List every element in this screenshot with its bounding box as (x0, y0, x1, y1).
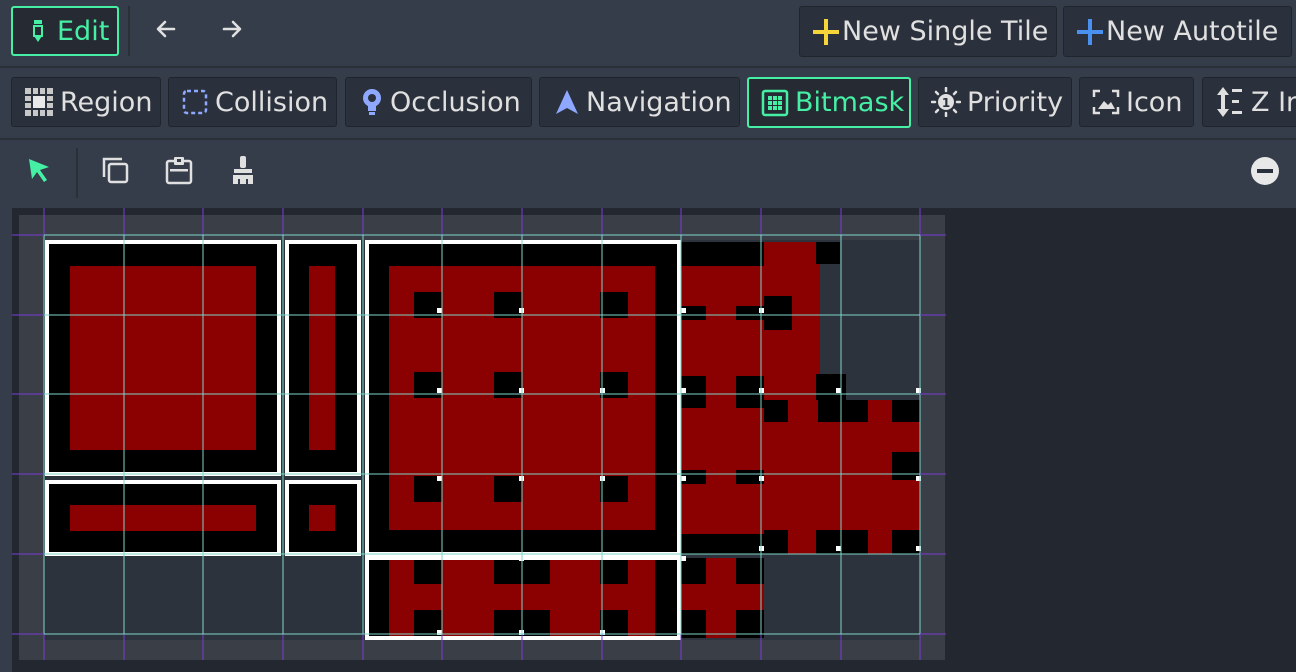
bitmask-marker (437, 388, 442, 393)
bitmask-marker (437, 476, 442, 481)
back-button[interactable] (148, 14, 184, 48)
bitmask-marker (681, 388, 686, 393)
tab-region-label: Region (60, 86, 153, 118)
blob-corner (816, 242, 840, 264)
blob-fill (788, 400, 818, 554)
mode-toolbar: Region Collision Occlusion Navigation Bi… (0, 68, 1296, 140)
paste-button[interactable] (161, 154, 197, 190)
tab-icon[interactable]: Icon (1079, 77, 1194, 127)
blob-notch (838, 400, 868, 422)
autotile-hole (494, 476, 522, 502)
tab-bitmask-label: Bitmask (795, 87, 905, 118)
autotile-hole (600, 292, 628, 318)
tab-priority-label: Priority (967, 86, 1064, 118)
tab-bitmask[interactable]: Bitmask (747, 77, 911, 128)
autotile-hole (414, 558, 442, 584)
paste-icon (164, 155, 194, 189)
new-autotile-label: New Autotile (1106, 16, 1279, 47)
forward-button[interactable] (214, 14, 250, 48)
copy-icon (100, 155, 130, 189)
bitmask-marker (437, 308, 442, 313)
tile-big-fill (70, 266, 256, 450)
tab-region[interactable]: Region (11, 77, 161, 127)
bitmask-icon (761, 89, 789, 117)
tileset-atlas[interactable] (12, 208, 946, 660)
new-single-tile-button[interactable]: New Single Tile (799, 6, 1057, 57)
blob-notch (892, 452, 920, 480)
tab-collision[interactable]: Collision (168, 77, 337, 127)
tab-navigation-label: Navigation (586, 86, 732, 118)
brush-icon (230, 154, 256, 190)
bitmask-marker (836, 388, 841, 393)
lightbulb-icon (360, 87, 384, 117)
priority-icon: 1 (931, 87, 961, 117)
tab-collision-label: Collision (215, 86, 329, 118)
plus-icon (1076, 18, 1104, 46)
tile-small-fill (309, 505, 335, 531)
zoom-out-icon (1249, 155, 1281, 191)
blob-fill (706, 266, 736, 534)
new-single-tile-label: New Single Tile (842, 16, 1049, 47)
blob-notch (892, 530, 920, 554)
svg-text:1: 1 (942, 96, 950, 110)
autotile-hole (494, 292, 522, 318)
navigation-icon (554, 88, 580, 116)
collision-icon (181, 88, 209, 116)
blob-bottom-fill (706, 558, 736, 638)
tileset-viewport[interactable] (12, 208, 1296, 672)
edit-label: Edit (57, 15, 110, 47)
tool-toolbar (0, 140, 1296, 206)
tool-divider (76, 148, 78, 198)
arrow-right-icon (220, 18, 244, 44)
new-autotile-button[interactable]: New Autotile (1063, 6, 1292, 57)
tab-z-index-label: Z In (1251, 86, 1296, 118)
bitmask-marker (836, 546, 841, 551)
plus-icon (812, 18, 840, 46)
tab-occlusion-label: Occlusion (390, 86, 521, 118)
bitmask-marker (681, 308, 686, 313)
bitmask-marker (681, 556, 686, 561)
tab-navigation[interactable]: Navigation (539, 77, 740, 127)
tab-priority[interactable]: 1 Priority (918, 77, 1072, 127)
pointer-icon (26, 156, 52, 188)
bitmask-marker (681, 476, 686, 481)
top-toolbar: Edit New Single Tile New Autotile (0, 0, 1296, 68)
arrow-left-icon (154, 18, 178, 44)
autotile-hole (600, 558, 628, 584)
tile-bar-fill (70, 505, 256, 531)
copy-button[interactable] (97, 154, 133, 190)
tab-z-index[interactable]: Z In (1202, 77, 1296, 127)
tile-tall-fill (309, 266, 335, 450)
blob-notch (892, 400, 920, 422)
icon-mode-icon (1092, 89, 1120, 115)
z-index-icon (1215, 85, 1245, 119)
tab-icon-label: Icon (1126, 86, 1183, 118)
pencil-icon (31, 18, 45, 44)
zoom-out-button[interactable] (1247, 155, 1283, 191)
blob-notch (764, 296, 792, 330)
toolbar-divider (128, 6, 130, 56)
autotile-hole (414, 292, 442, 318)
select-tool-button[interactable] (22, 154, 56, 190)
edit-button[interactable]: Edit (11, 6, 119, 56)
region-icon (24, 87, 54, 117)
erase-button[interactable] (225, 154, 261, 190)
tab-occlusion[interactable]: Occlusion (345, 77, 532, 127)
